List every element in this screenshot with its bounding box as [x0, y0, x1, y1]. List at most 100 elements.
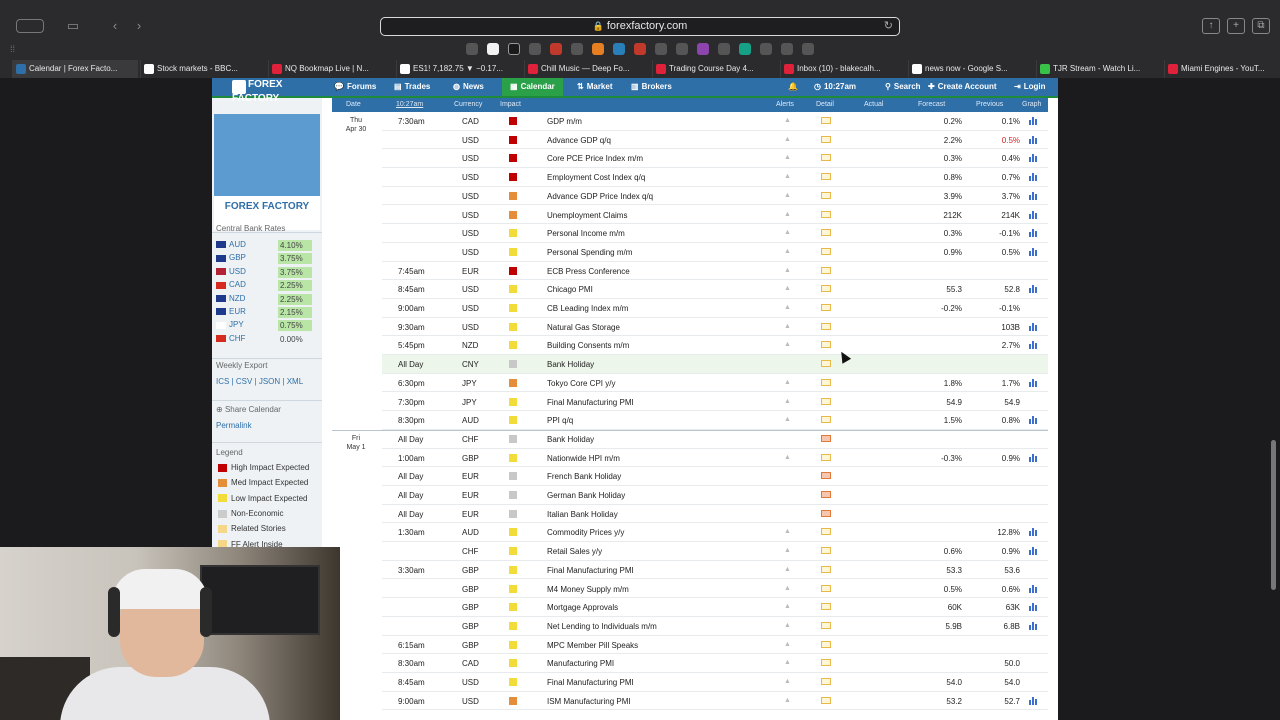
graph-icon[interactable] — [1029, 322, 1038, 331]
favorite-icon[interactable] — [697, 43, 709, 55]
browser-tab[interactable]: Miami Engines - YouT... — [1164, 60, 1280, 78]
table-row[interactable]: GBP M4 Money Supply m/m ▲ 0.5% 0.6% — [382, 580, 1048, 599]
tab-overview-icon[interactable]: ▭ — [62, 17, 84, 35]
alert-bell-icon[interactable]: ▲ — [784, 603, 791, 610]
graph-icon[interactable] — [1029, 116, 1038, 125]
event-title[interactable]: Advance GDP Price Index q/q — [547, 192, 653, 201]
alert-bell-icon[interactable]: ▲ — [784, 136, 791, 143]
graph-icon[interactable] — [1029, 191, 1038, 200]
event-title[interactable]: Italian Bank Holiday — [547, 510, 618, 519]
alert-bell-icon[interactable]: ▲ — [784, 117, 791, 124]
table-row[interactable]: 1:30am AUD Commodity Prices y/y ▲ 12.8% — [382, 523, 1048, 543]
graph-icon[interactable] — [1029, 453, 1038, 462]
detail-folder-icon[interactable] — [821, 117, 831, 124]
alert-bell-icon[interactable]: ▲ — [784, 659, 791, 666]
table-row[interactable]: 8:30pm AUD PPI q/q ▲ 1.5% 0.8% — [382, 411, 1048, 430]
alert-bell-icon[interactable]: ▲ — [784, 622, 791, 629]
nav-market[interactable]: ⇅ Market — [577, 78, 613, 96]
graph-icon[interactable] — [1029, 602, 1038, 612]
col-time[interactable]: 10:27am — [396, 101, 423, 108]
nav-trades[interactable]: ▤ Trades — [394, 78, 430, 96]
graph-icon[interactable] — [1029, 340, 1038, 350]
favorite-icon[interactable] — [655, 43, 667, 55]
detail-folder-icon[interactable] — [821, 472, 831, 480]
browser-tab[interactable]: TJR Stream - Watch Li... — [1036, 60, 1162, 78]
favorite-icon[interactable] — [634, 43, 646, 55]
table-row[interactable]: 6:30pm JPY Tokyo Core CPI y/y ▲ 1.8% 1.7% — [382, 374, 1048, 393]
event-title[interactable]: ECB Press Conference — [547, 267, 630, 276]
rate-row[interactable]: EUR 2.15% — [216, 307, 316, 319]
detail-folder-icon[interactable] — [821, 341, 831, 349]
table-row[interactable]: USD Personal Income m/m ▲ 0.3% -0.1% — [382, 224, 1048, 243]
table-row[interactable]: USD Unemployment Claims ▲ 212K 214K — [382, 206, 1048, 225]
table-row[interactable]: 9:30am USD Natural Gas Storage ▲ 103B — [382, 318, 1048, 337]
table-row[interactable]: 7:45am EUR ECB Press Conference ▲ — [382, 262, 1048, 281]
table-row[interactable]: All Day EUR French Bank Holiday — [382, 467, 1048, 486]
detail-folder-icon[interactable] — [821, 603, 831, 611]
event-title[interactable]: M4 Money Supply m/m — [547, 585, 629, 594]
favorite-icon[interactable] — [802, 43, 814, 55]
table-row[interactable]: 1:00am GBP Nationwide HPI m/m ▲ -0.3% 0.9% — [382, 449, 1048, 468]
table-row[interactable]: All Day CNY Bank Holiday — [382, 355, 1048, 374]
rate-row[interactable]: CHF 0.00% — [216, 334, 316, 346]
nav-brokers[interactable]: ▥ Brokers — [631, 78, 672, 96]
event-title[interactable]: Chicago PMI — [547, 285, 593, 294]
event-title[interactable]: Personal Income m/m — [547, 229, 625, 238]
event-title[interactable]: German Bank Holiday — [547, 491, 625, 500]
graph-icon[interactable] — [1029, 415, 1038, 425]
detail-folder-icon[interactable] — [821, 453, 831, 461]
rate-row[interactable]: GBP 3.75% — [216, 253, 316, 265]
detail-folder-icon[interactable] — [821, 416, 831, 424]
event-title[interactable]: Employment Cost Index q/q — [547, 173, 645, 182]
alert-bell-icon[interactable]: ▲ — [784, 379, 791, 386]
graph-icon[interactable] — [1029, 135, 1038, 144]
alert-bell-icon[interactable]: ▲ — [784, 585, 791, 592]
back-icon[interactable]: ‹ — [104, 17, 126, 35]
detail-folder-icon[interactable] — [821, 696, 831, 704]
favorite-icon[interactable] — [508, 43, 520, 55]
table-row[interactable]: USD Employment Cost Index q/q ▲ 0.8% 0.7% — [382, 168, 1048, 187]
alert-bell-icon[interactable]: ▲ — [784, 398, 791, 405]
scrollbar[interactable] — [1271, 440, 1276, 590]
detail-folder-icon[interactable] — [821, 678, 831, 685]
table-row[interactable]: 8:45am USD Chicago PMI ▲ 55.3 52.8 — [382, 280, 1048, 299]
table-row[interactable]: 7:30am CAD GDP m/m ▲ 0.2% 0.1% — [382, 112, 1048, 131]
alert-bell-icon[interactable]: ▲ — [784, 248, 791, 255]
new-tab-icon[interactable]: + — [1227, 18, 1245, 34]
alert-bell-icon[interactable]: ▲ — [784, 566, 791, 573]
graph-icon[interactable] — [1029, 621, 1038, 630]
detail-folder-icon[interactable] — [821, 491, 831, 498]
table-row[interactable]: 3:30am GBP Final Manufacturing PMI ▲ 53.3 53.… — [382, 561, 1048, 580]
favorite-icon[interactable] — [676, 43, 688, 55]
graph-icon[interactable] — [1029, 210, 1038, 219]
favorite-icon[interactable] — [739, 43, 751, 55]
alert-bell-icon[interactable]: ▲ — [784, 416, 791, 423]
rate-row[interactable]: AUD 4.10% — [216, 240, 316, 252]
graph-icon[interactable] — [1029, 696, 1038, 705]
table-row[interactable]: 8:30am CAD Manufacturing PMI ▲ 50.0 — [382, 654, 1048, 673]
alert-bell-icon[interactable]: ▲ — [784, 285, 791, 292]
detail-folder-icon[interactable] — [821, 621, 831, 629]
graph-icon[interactable] — [1029, 153, 1038, 163]
export-links[interactable]: ICS | CSV | JSON | XML — [216, 377, 303, 386]
browser-tab[interactable]: NQ Bookmap Live | N... — [268, 60, 394, 78]
event-title[interactable]: Commodity Prices y/y — [547, 528, 624, 537]
detail-folder-icon[interactable] — [821, 229, 831, 237]
event-title[interactable]: Tokyo Core CPI y/y — [547, 379, 615, 388]
address-bar[interactable]: 🔒 forexfactory.com ↻ — [380, 17, 900, 36]
table-row[interactable]: 8:45am USD Final Manufacturing PMI ▲ 54.0 54.… — [382, 673, 1048, 692]
table-row[interactable]: 6:15am GBP MPC Member Pill Speaks ▲ — [382, 636, 1048, 655]
create-account-button[interactable]: ✚ Create Account — [928, 78, 997, 96]
detail-folder-icon[interactable] — [821, 322, 831, 330]
event-title[interactable]: Building Consents m/m — [547, 341, 629, 350]
event-title[interactable]: Bank Holiday — [547, 360, 594, 369]
alert-bell-icon[interactable]: ▲ — [784, 173, 791, 180]
detail-folder-icon[interactable] — [821, 154, 831, 162]
forexfactory-logo[interactable]: FOREX FACTORY — [232, 80, 318, 106]
event-title[interactable]: Nationwide HPI m/m — [547, 454, 620, 463]
detail-folder-icon[interactable] — [821, 565, 831, 573]
favorite-icon[interactable] — [781, 43, 793, 55]
detail-folder-icon[interactable] — [821, 360, 831, 368]
event-title[interactable]: Personal Spending m/m — [547, 248, 632, 257]
share-icon[interactable]: ↑ — [1202, 18, 1220, 34]
